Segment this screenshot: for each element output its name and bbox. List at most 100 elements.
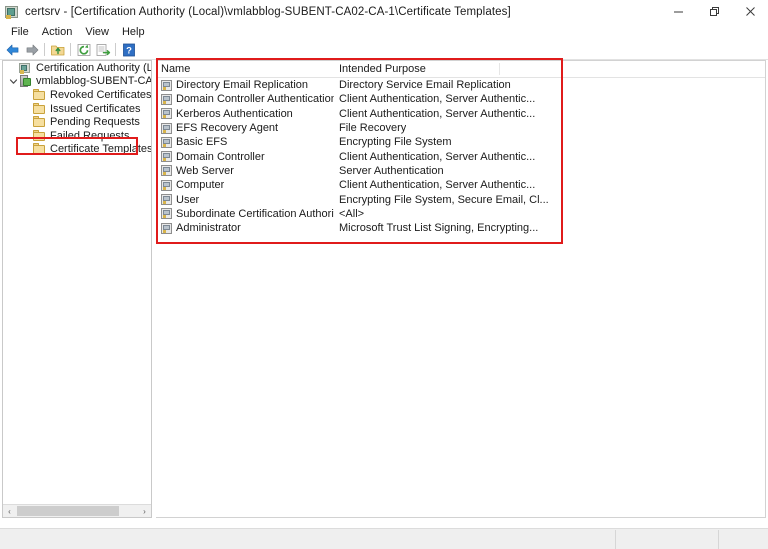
toolbar-separator: [44, 43, 45, 56]
svg-text:?: ?: [126, 45, 132, 56]
template-name: Domain Controller Authentication: [176, 93, 334, 106]
row-name-cell: User: [156, 194, 334, 206]
folder-icon: [33, 143, 46, 155]
template-name: Directory Email Replication: [176, 79, 309, 92]
row-name-cell: Web Server: [156, 165, 334, 177]
template-intended-purpose: <All>: [339, 207, 365, 220]
template-name: Computer: [176, 179, 225, 192]
help-icon[interactable]: ?: [119, 41, 138, 59]
template-intended-purpose: Client Authentication, Server Authentic.…: [339, 107, 536, 120]
scrollbar-track[interactable]: [16, 505, 138, 517]
status-separator: [615, 530, 616, 549]
row-name-cell: Basic EFS: [156, 136, 334, 148]
tree-item-label: Certificate Templates: [50, 143, 151, 156]
certificate-template-icon: [161, 108, 172, 120]
menu-item-help[interactable]: Help: [116, 25, 152, 39]
row-name-cell: EFS Recovery Agent: [156, 122, 334, 134]
refresh-icon[interactable]: [74, 41, 93, 59]
tree-item-revoked-certificates[interactable]: Revoked Certificates: [3, 88, 151, 102]
menu-item-action[interactable]: Action: [36, 25, 80, 39]
tree-expander-placeholder: [8, 62, 19, 73]
tree-item-pending-requests[interactable]: Pending Requests: [3, 115, 151, 129]
tree-item-label: Issued Certificates: [50, 102, 141, 115]
tree-item-label: vmlabblog-SUBENT-CA02-CA: [36, 75, 151, 88]
table-row[interactable]: Basic EFS Encrypting File System: [156, 135, 765, 149]
tree-item-failed-requests[interactable]: Failed Requests: [3, 129, 151, 143]
ca-root-icon: [19, 62, 32, 74]
row-name-cell: Subordinate Certification Authority: [156, 208, 334, 220]
table-row[interactable]: Kerberos Authentication Client Authentic…: [156, 107, 765, 121]
tree-item-label: Revoked Certificates: [50, 88, 151, 101]
toolbar: ?: [0, 40, 768, 60]
up-one-level-icon[interactable]: [48, 41, 67, 59]
certificate-template-icon: [161, 79, 172, 91]
template-name: Domain Controller: [176, 150, 265, 163]
console-tree: Certification Authority (Local) vmlabblo…: [3, 61, 151, 504]
toolbar-separator: [70, 43, 71, 56]
certificate-template-icon: [161, 194, 172, 206]
tree-horizontal-scrollbar[interactable]: ‹ ›: [3, 504, 151, 517]
template-intended-purpose: Microsoft Trust List Signing, Encrypting…: [339, 222, 539, 235]
tree-item-label: Pending Requests: [50, 116, 140, 129]
console-tree-pane: Certification Authority (Local) vmlabblo…: [2, 60, 152, 518]
certificate-template-icon: [161, 179, 172, 191]
template-name: User: [176, 193, 200, 206]
window-title: certsrv - [Certification Authority (Loca…: [25, 5, 511, 18]
template-name: Subordinate Certification Authority: [176, 207, 334, 220]
table-row[interactable]: User Encrypting File System, Secure Emai…: [156, 192, 765, 206]
table-row[interactable]: Directory Email Replication Directory Se…: [156, 78, 765, 92]
table-row[interactable]: Administrator Microsoft Trust List Signi…: [156, 221, 765, 235]
scrollbar-thumb[interactable]: [17, 506, 120, 516]
status-separator: [718, 530, 719, 549]
tree-item-certification-authority-local[interactable]: Certification Authority (Local): [3, 61, 151, 75]
template-intended-purpose: Client Authentication, Server Authentic.…: [339, 179, 536, 192]
tree-item-label: Failed Requests: [50, 129, 130, 142]
list-header: Name Intended Purpose: [156, 61, 765, 78]
table-row[interactable]: EFS Recovery Agent File Recovery: [156, 121, 765, 135]
forward-icon[interactable]: [22, 41, 41, 59]
menu-item-view[interactable]: View: [79, 25, 116, 39]
table-row[interactable]: Web Server Server Authentication: [156, 164, 765, 178]
table-row[interactable]: Domain Controller Client Authentication,…: [156, 149, 765, 163]
table-row[interactable]: Computer Client Authentication, Server A…: [156, 178, 765, 192]
certificate-template-icon: [161, 136, 172, 148]
menu-bar: File Action View Help: [0, 23, 768, 40]
template-intended-purpose: Server Authentication: [339, 164, 444, 177]
menu-item-file[interactable]: File: [5, 25, 36, 39]
close-button[interactable]: [732, 0, 768, 23]
chevron-down-icon[interactable]: [8, 76, 19, 87]
tree-item-issued-certificates[interactable]: Issued Certificates: [3, 102, 151, 116]
certificate-template-icon: [161, 165, 172, 177]
template-intended-purpose: Encrypting File System, Secure Email, Cl…: [339, 193, 549, 206]
table-row[interactable]: Subordinate Certification Authority <All…: [156, 207, 765, 221]
certificate-template-icon: [161, 93, 172, 105]
row-name-cell: Directory Email Replication: [156, 79, 334, 91]
scroll-left-icon[interactable]: ‹: [3, 505, 16, 517]
column-divider[interactable]: [499, 63, 500, 75]
table-row[interactable]: Domain Controller Authentication Client …: [156, 92, 765, 106]
minimize-button[interactable]: [660, 0, 696, 23]
folder-icon: [33, 102, 46, 115]
tree-item-certificate-templates[interactable]: Certificate Templates: [3, 143, 151, 157]
row-name-cell: Kerberos Authentication: [156, 108, 334, 120]
template-name: Administrator: [176, 222, 241, 235]
certificate-template-icon: [161, 122, 172, 134]
back-icon[interactable]: [3, 41, 22, 59]
row-name-cell: Domain Controller Authentication: [156, 93, 334, 105]
column-header-intended-purpose[interactable]: Intended Purpose: [334, 61, 500, 77]
restore-button[interactable]: [696, 0, 732, 23]
status-bar: [0, 528, 768, 549]
template-intended-purpose: Client Authentication, Server Authentic.…: [339, 93, 536, 106]
export-list-icon[interactable]: [93, 41, 112, 59]
folder-icon: [33, 129, 46, 142]
folder-icon: [33, 116, 46, 128]
template-name: Web Server: [176, 164, 234, 177]
certsrv-icon: [4, 4, 20, 20]
template-intended-purpose: Encrypting File System: [339, 136, 452, 149]
scroll-right-icon[interactable]: ›: [138, 505, 151, 517]
window-controls: [660, 0, 768, 23]
row-name-cell: Computer: [156, 179, 334, 191]
tree-item-vmlabblog-subent-ca02-ca[interactable]: vmlabblog-SUBENT-CA02-CA: [3, 75, 151, 89]
template-intended-purpose: Client Authentication, Server Authentic.…: [339, 150, 536, 163]
column-header-name[interactable]: Name: [156, 61, 334, 77]
